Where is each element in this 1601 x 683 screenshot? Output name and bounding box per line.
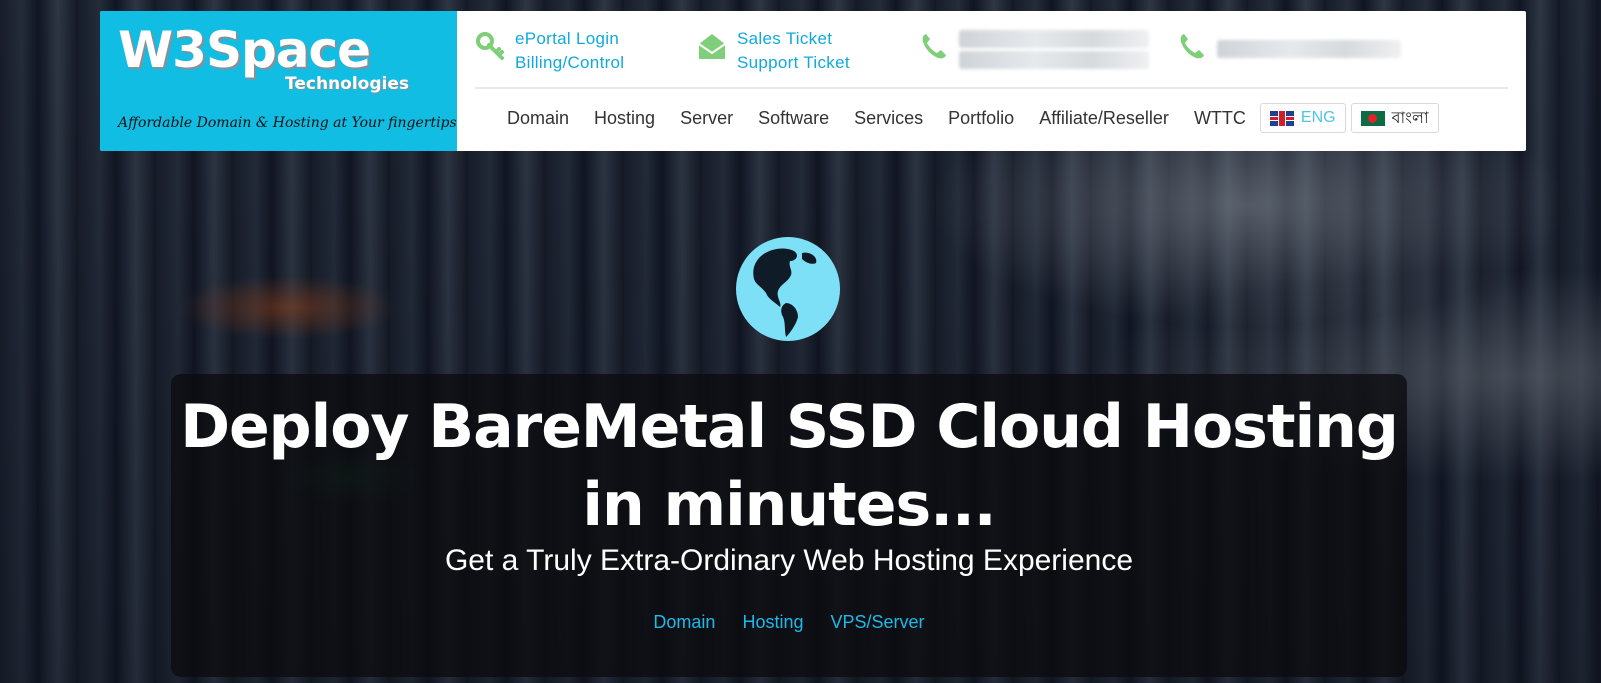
hero-title: Deploy BareMetal SSD Cloud Hosting in mi… bbox=[171, 388, 1407, 544]
hero-title-line-2: in minutes... bbox=[582, 470, 996, 540]
contact-strip: ePortal Login Billing/Control Sales Tick… bbox=[475, 27, 1407, 77]
nav-divider bbox=[475, 87, 1508, 89]
site-header: W3Space Technologies Affordable Domain &… bbox=[100, 11, 1526, 151]
eportal-login-link[interactable]: ePortal Login bbox=[515, 27, 624, 51]
phone-icon bbox=[922, 34, 946, 59]
nav-server[interactable]: Server bbox=[680, 108, 733, 129]
main-nav: Domain Hosting Server Software Services … bbox=[507, 101, 1444, 135]
nav-hosting[interactable]: Hosting bbox=[594, 108, 655, 129]
header-right: ePortal Login Billing/Control Sales Tick… bbox=[457, 11, 1526, 151]
nav-wttc[interactable]: WTTC bbox=[1194, 108, 1246, 129]
logo-wordmark: W3Space bbox=[118, 21, 371, 79]
hero-quick-links: Domain Hosting VPS/Server bbox=[171, 612, 1407, 633]
sales-ticket-link[interactable]: Sales Ticket bbox=[737, 27, 850, 51]
nav-portfolio[interactable]: Portfolio bbox=[948, 108, 1014, 129]
hero-link-vps-server[interactable]: VPS/Server bbox=[831, 612, 925, 632]
nav-domain[interactable]: Domain bbox=[507, 108, 569, 129]
nav-software[interactable]: Software bbox=[758, 108, 829, 129]
uk-flag-icon bbox=[1269, 110, 1294, 126]
support-ticket-link[interactable]: Support Ticket bbox=[737, 51, 850, 75]
language-bangla-label: বাংলা bbox=[1391, 109, 1429, 127]
logo-subtitle: Technologies bbox=[285, 74, 409, 94]
phone-contact-2 bbox=[1177, 27, 1407, 77]
brand-tagline: Affordable Domain & Hosting at Your fing… bbox=[118, 115, 457, 131]
hero-title-line-1: Deploy BareMetal SSD Cloud Hosting bbox=[180, 392, 1399, 462]
nav-services[interactable]: Services bbox=[854, 108, 923, 129]
nav-affiliate-reseller[interactable]: Affiliate/Reseller bbox=[1039, 108, 1169, 129]
language-bangla-button[interactable]: বাংলা bbox=[1350, 103, 1439, 133]
bangladesh-flag-icon bbox=[1360, 110, 1385, 126]
portal-links: ePortal Login Billing/Control bbox=[475, 27, 697, 77]
envelope-icon bbox=[698, 34, 726, 59]
hero-link-domain[interactable]: Domain bbox=[653, 612, 715, 632]
phone-icon bbox=[1180, 34, 1204, 59]
phone-number-1-redacted bbox=[959, 27, 1153, 72]
ticket-links: Sales Ticket Support Ticket bbox=[697, 27, 919, 77]
language-english-label: ENG bbox=[1300, 109, 1336, 126]
hero-link-hosting[interactable]: Hosting bbox=[742, 612, 803, 632]
hero-subtitle: Get a Truly Extra-Ordinary Web Hosting E… bbox=[444, 544, 1134, 577]
phone-contact-1 bbox=[919, 27, 1177, 77]
language-english-button[interactable]: ENG bbox=[1259, 103, 1346, 133]
key-icon bbox=[476, 32, 504, 60]
hero-panel: Deploy BareMetal SSD Cloud Hosting in mi… bbox=[171, 374, 1407, 677]
phone-number-2-redacted bbox=[1217, 27, 1407, 61]
brand-area[interactable]: W3Space Technologies Affordable Domain &… bbox=[100, 11, 457, 151]
billing-control-link[interactable]: Billing/Control bbox=[515, 51, 624, 75]
globe-icon bbox=[736, 237, 840, 341]
